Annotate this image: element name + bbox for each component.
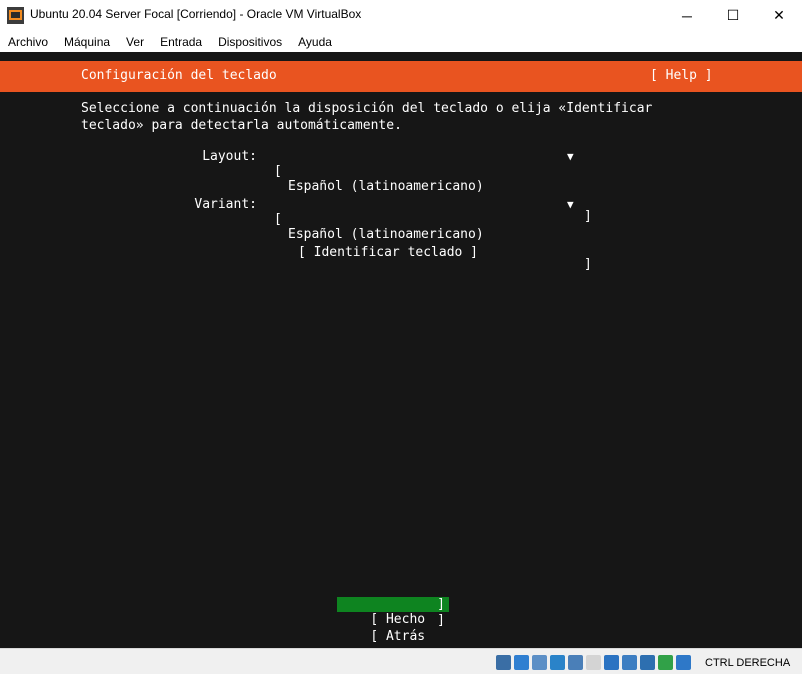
variant-value: Español (latinoamericano) (288, 227, 484, 242)
done-button[interactable]: [ Hecho ] (337, 597, 449, 627)
virtualbox-app-icon (7, 7, 24, 24)
usb-icon[interactable] (568, 655, 583, 670)
hard-disk-icon[interactable] (496, 655, 511, 670)
menu-entrada[interactable]: Entrada (160, 35, 202, 49)
close-button[interactable]: ✕ (756, 0, 802, 31)
vm-screen[interactable]: Configuración del teclado [ Help ] Selec… (0, 52, 802, 648)
variant-select[interactable]: [ Español (latinoamericano) ▼ ] (274, 197, 594, 287)
download-icon[interactable] (676, 655, 691, 670)
menu-archivo[interactable]: Archivo (8, 35, 48, 49)
audio-icon[interactable] (532, 655, 547, 670)
layout-label: Layout: (202, 149, 257, 164)
back-close-bracket: ] (437, 613, 445, 628)
status-bar: CTRL DERECHA (0, 648, 802, 674)
guest-additions-icon[interactable] (658, 655, 673, 670)
chevron-down-icon: ▼ (567, 150, 574, 163)
status-icons (496, 655, 691, 670)
menu-bar: Archivo Máquina Ver Entrada Dispositivos… (0, 31, 802, 52)
network-icon[interactable] (550, 655, 565, 670)
chevron-down-icon: ▼ (567, 198, 574, 211)
back-button-label: [ Atrás (370, 629, 426, 644)
shared-folders-icon[interactable] (586, 655, 601, 670)
optical-drive-icon[interactable] (514, 655, 529, 670)
menu-dispositivos[interactable]: Dispositivos (218, 35, 282, 49)
back-button[interactable]: [ Atrás ] (337, 613, 449, 644)
virtualization-icon[interactable] (640, 655, 655, 670)
layout-value: Español (latinoamericano) (288, 179, 484, 194)
menu-ayuda[interactable]: Ayuda (298, 35, 332, 49)
help-button[interactable]: [ Help ] (650, 68, 713, 83)
instructions-text: Seleccione a continuación la disposición… (81, 101, 653, 133)
layout-open-bracket: [ (274, 164, 282, 179)
window-title: Ubuntu 20.04 Server Focal [Corriendo] - … (30, 7, 362, 21)
maximize-button[interactable]: ☐ (710, 0, 756, 31)
host-key-label: CTRL DERECHA (705, 657, 791, 669)
menu-maquina[interactable]: Máquina (64, 35, 110, 49)
done-close-bracket: ] (437, 597, 445, 612)
variant-close-bracket: ] (584, 257, 592, 272)
identify-keyboard-button[interactable]: [ Identificar teclado ] (298, 245, 478, 260)
menu-ver[interactable]: Ver (126, 35, 144, 49)
variant-label: Variant: (194, 197, 257, 212)
window-titlebar: Ubuntu 20.04 Server Focal [Corriendo] - … (0, 0, 802, 31)
minimize-button[interactable]: ─ (664, 0, 710, 31)
video-capture-icon[interactable] (622, 655, 637, 670)
installer-header: Configuración del teclado [ Help ] (0, 61, 802, 92)
page-title: Configuración del teclado (81, 68, 277, 83)
variant-open-bracket: [ (274, 212, 282, 227)
display-icon[interactable] (604, 655, 619, 670)
